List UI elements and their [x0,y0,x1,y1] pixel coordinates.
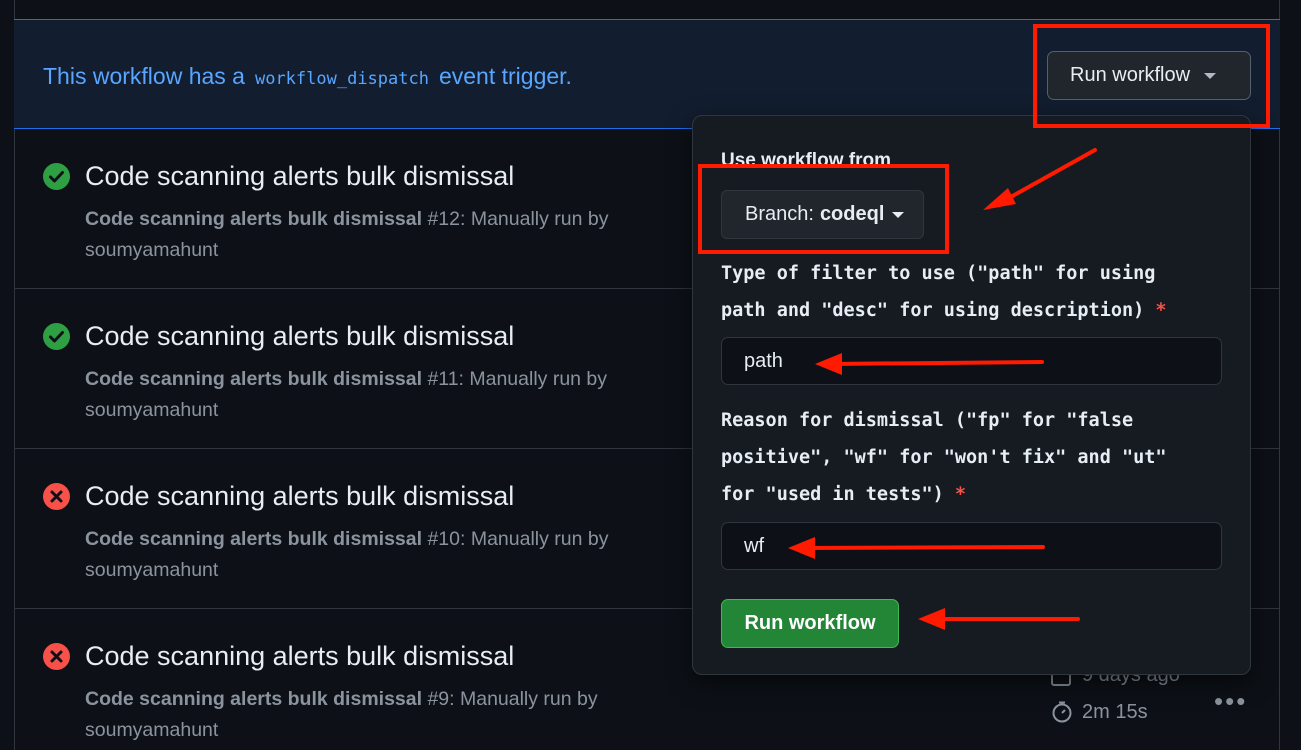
annotation-arrows [788,148,1097,630]
